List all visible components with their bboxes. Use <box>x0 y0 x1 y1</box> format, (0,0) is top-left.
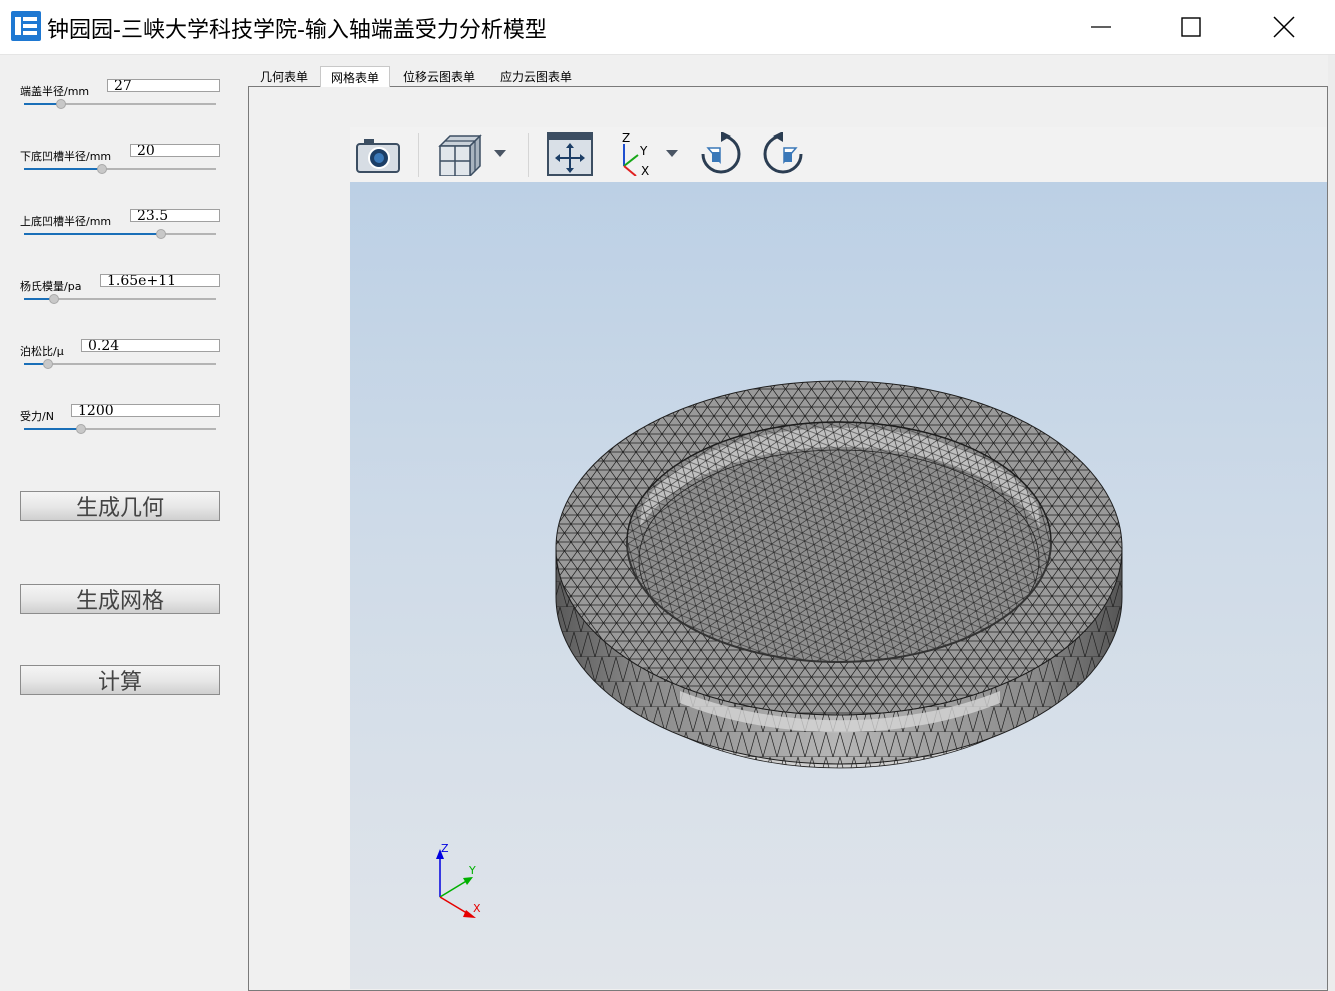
param-label: 泊松比/μ <box>20 345 64 358</box>
app-logo-icon <box>11 11 41 41</box>
param-poisson-ratio: 泊松比/μ 0.24 <box>20 337 220 377</box>
slider-handle[interactable] <box>56 99 67 109</box>
view-cube-icon[interactable] <box>436 132 484 176</box>
param-upper-groove-radius: 上底凹槽半径/mm 23.5 <box>20 207 220 247</box>
param-label: 端盖半径/mm <box>20 85 90 98</box>
tab-stress[interactable]: 应力云图表单 <box>492 66 580 87</box>
axis-z-label: Z <box>622 132 630 145</box>
dropdown-arrow-icon[interactable] <box>664 132 680 176</box>
viewer-toolbar: Z Y X <box>350 127 1327 183</box>
parameter-panel <box>0 55 240 991</box>
rotate-counterclockwise-icon[interactable] <box>760 132 806 176</box>
generate-mesh-button[interactable]: 生成网格 <box>20 584 220 614</box>
force-input[interactable]: 1200 <box>71 404 220 417</box>
tab-mesh[interactable]: 网格表单 <box>320 66 390 87</box>
cap-radius-input[interactable]: 27 <box>107 79 220 92</box>
param-label: 受力/N <box>20 410 54 423</box>
param-lower-groove-radius: 下底凹槽半径/mm 20 <box>20 142 220 182</box>
slider-handle[interactable] <box>96 164 107 174</box>
fit-view-icon[interactable] <box>546 132 594 176</box>
param-label: 下底凹槽半径/mm <box>20 150 112 163</box>
maximize-button[interactable] <box>1145 0 1237 54</box>
axis-y-label: Y <box>639 144 648 158</box>
upper-groove-radius-input[interactable]: 23.5 <box>130 209 220 222</box>
maximize-icon <box>1181 17 1201 37</box>
title-bar: 钟园园-三峡大学科技学院-输入轴端盖受力分析模型 <box>0 0 1335 55</box>
param-youngs-modulus: 杨氏模量/pa 1.65e+11 <box>20 272 220 312</box>
upper-groove-radius-slider[interactable] <box>24 229 216 239</box>
poisson-ratio-slider[interactable] <box>24 359 216 369</box>
slider-handle[interactable] <box>43 359 54 369</box>
poisson-ratio-input[interactable]: 0.24 <box>81 339 220 352</box>
triad-y-label: Y <box>468 864 476 877</box>
mesh-viewer: Z Y X Z Y X <box>350 127 1327 989</box>
triad-x-label: X <box>473 902 481 915</box>
lower-groove-radius-slider[interactable] <box>24 164 216 174</box>
axis-x-label: X <box>641 164 649 176</box>
window-edge <box>1328 55 1335 991</box>
camera-icon[interactable] <box>354 132 402 176</box>
dropdown-arrow-icon[interactable] <box>492 132 508 176</box>
param-cap-radius: 端盖半径/mm 27 <box>20 77 220 117</box>
param-label: 杨氏模量/pa <box>20 280 82 293</box>
tab-displacement[interactable]: 位移云图表单 <box>395 66 483 87</box>
triad-z-label: Z <box>441 842 449 855</box>
lower-groove-radius-input[interactable]: 20 <box>130 144 220 157</box>
mesh-model: Z Y X <box>436 380 1123 918</box>
close-button[interactable] <box>1238 0 1330 54</box>
axis-orientation-icon[interactable]: Z Y X <box>612 132 660 176</box>
rotate-clockwise-icon[interactable] <box>698 132 744 176</box>
minimize-button[interactable] <box>1055 0 1147 54</box>
cap-radius-slider[interactable] <box>24 99 216 109</box>
axis-triad: Z Y X <box>436 842 481 918</box>
slider-handle[interactable] <box>75 424 86 434</box>
youngs-modulus-input[interactable]: 1.65e+11 <box>100 274 220 287</box>
param-label: 上底凹槽半径/mm <box>20 215 112 228</box>
param-force: 受力/N 1200 <box>20 402 220 442</box>
close-icon <box>1273 16 1295 38</box>
youngs-modulus-slider[interactable] <box>24 294 216 304</box>
generate-geometry-button[interactable]: 生成几何 <box>20 491 220 521</box>
compute-button[interactable]: 计算 <box>20 665 220 695</box>
render-canvas[interactable]: Z Y X <box>350 182 1327 989</box>
slider-handle[interactable] <box>156 229 167 239</box>
tab-geometry[interactable]: 几何表单 <box>249 66 319 87</box>
force-slider[interactable] <box>24 424 216 434</box>
window-title: 钟园园-三峡大学科技学院-输入轴端盖受力分析模型 <box>47 18 547 43</box>
minimize-icon <box>1091 26 1111 28</box>
slider-handle[interactable] <box>48 294 59 304</box>
